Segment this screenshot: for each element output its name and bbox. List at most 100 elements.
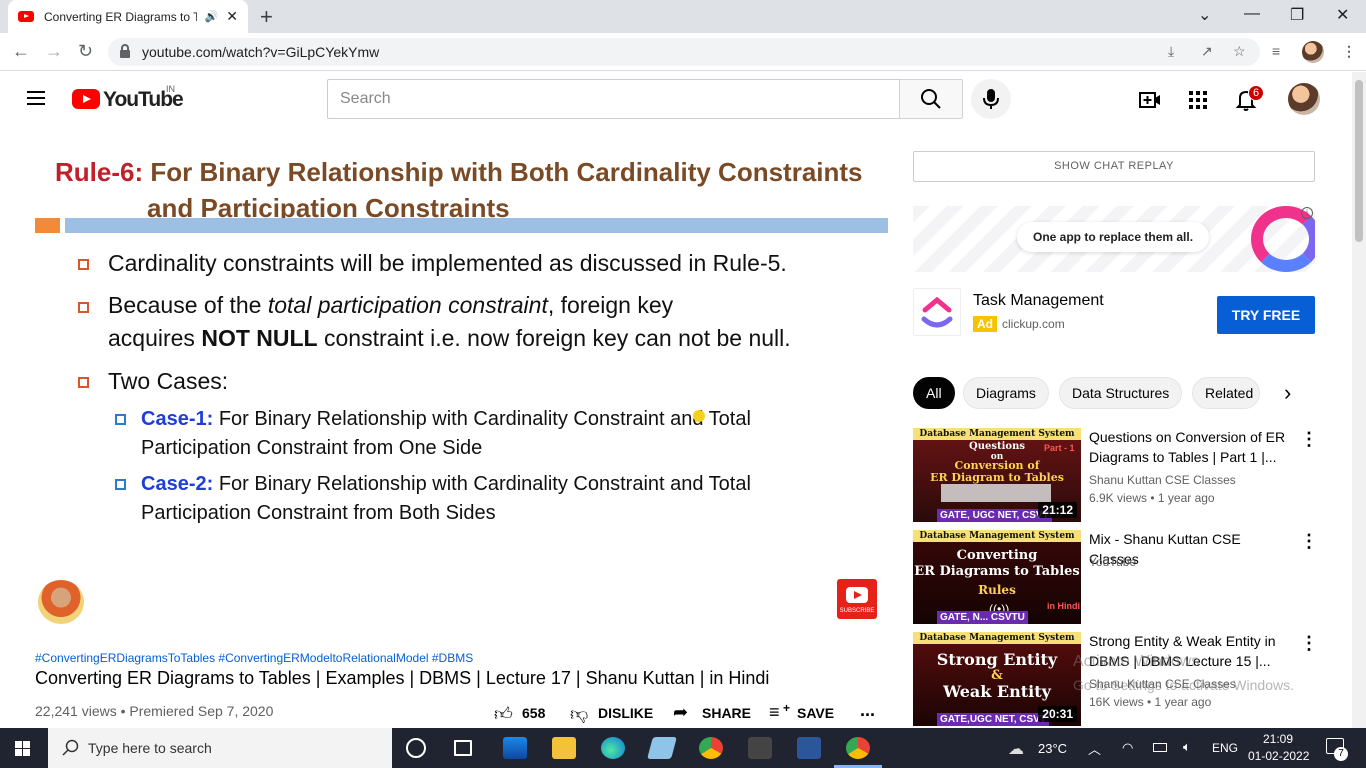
create-video-icon[interactable] bbox=[1138, 88, 1162, 112]
forward-arrow-icon[interactable]: → bbox=[45, 41, 63, 62]
try-free-button[interactable]: TRY FREE bbox=[1217, 296, 1315, 334]
bookmark-star-icon[interactable]: ☆ bbox=[1233, 43, 1246, 60]
thumb-text: ER Diagram to Tables bbox=[930, 471, 1064, 484]
browser-menu-icon[interactable]: ⋮ bbox=[1342, 43, 1356, 60]
related-more-icon[interactable]: ⋮ bbox=[1300, 429, 1318, 450]
chip-related[interactable]: Related bbox=[1192, 377, 1260, 409]
chrome-active-icon[interactable] bbox=[846, 737, 870, 759]
chip-data-structures[interactable]: Data Structures bbox=[1059, 377, 1183, 409]
apps-grid-icon[interactable] bbox=[1186, 88, 1210, 112]
scrollbar-thumb[interactable] bbox=[1355, 80, 1363, 242]
more-actions-button[interactable]: ... bbox=[860, 700, 875, 721]
back-arrow-icon[interactable]: ← bbox=[12, 41, 30, 62]
search-icon bbox=[921, 89, 941, 109]
thumb-header: Database Management System bbox=[913, 428, 1081, 440]
related-more-icon[interactable]: ⋮ bbox=[1300, 633, 1318, 654]
chips-next-icon[interactable]: › bbox=[1284, 380, 1291, 406]
search-input[interactable] bbox=[327, 79, 900, 119]
related-title-1[interactable]: Questions on Conversion of ER Diagrams t… bbox=[1089, 427, 1289, 467]
ad-banner-text: One app to replace them all. bbox=[1017, 222, 1210, 252]
bullet-square-icon bbox=[78, 302, 89, 313]
thumb-diagram bbox=[941, 484, 1051, 502]
menu-hamburger-icon[interactable] bbox=[27, 91, 45, 105]
thumb-footer: GATE, UGC NET, CSVT bbox=[937, 509, 1052, 522]
chrome-browser-icon[interactable] bbox=[699, 737, 723, 759]
show-chat-replay-button[interactable]: SHOW CHAT REPLAY bbox=[913, 151, 1315, 182]
save-button[interactable]: SAVE bbox=[797, 705, 834, 721]
browser-tab[interactable]: Converting ER Diagrams to T 🔊 ✕ bbox=[8, 0, 248, 33]
cortana-icon[interactable] bbox=[406, 738, 426, 758]
task-view-icon[interactable] bbox=[454, 740, 472, 756]
activate-windows-hint: Go to Settings to activate Windows. bbox=[1073, 677, 1294, 693]
weather-cloud-icon[interactable]: ☁ bbox=[1008, 739, 1024, 759]
window-close-button[interactable]: ✕ bbox=[1336, 5, 1349, 25]
lock-icon bbox=[120, 44, 130, 58]
taskbar-search-box[interactable]: Type here to search bbox=[48, 728, 392, 768]
weather-temp[interactable]: 23°C bbox=[1038, 741, 1067, 756]
save-playlist-icon[interactable]: ≡ bbox=[769, 702, 780, 723]
like-icon[interactable]: 👍︎ bbox=[494, 703, 513, 725]
photos-app-icon[interactable] bbox=[503, 737, 527, 759]
input-language[interactable]: ENG bbox=[1212, 741, 1238, 755]
reload-icon[interactable]: ↻ bbox=[78, 41, 93, 62]
word-app-icon[interactable] bbox=[797, 737, 821, 759]
like-count[interactable]: 658 bbox=[522, 705, 545, 721]
video-title: Converting ER Diagrams to Tables | Examp… bbox=[35, 668, 770, 688]
dislike-button[interactable]: DISLIKE bbox=[598, 705, 653, 721]
account-avatar[interactable] bbox=[1288, 83, 1320, 115]
volume-speaker-icon[interactable]: 🔈︎ bbox=[1183, 739, 1191, 755]
slide-case-2-cont: Participation Constraint from Both Sides bbox=[141, 502, 496, 524]
slide-accent-block bbox=[35, 218, 60, 233]
minimize-button[interactable]: — bbox=[1244, 5, 1260, 23]
new-tab-button[interactable]: + bbox=[260, 4, 273, 30]
related-more-icon[interactable]: ⋮ bbox=[1300, 531, 1318, 552]
thumb-hindi-label: in Hindi bbox=[1047, 601, 1080, 611]
bullet-square-icon bbox=[78, 259, 89, 270]
ad-title[interactable]: Task Management bbox=[973, 292, 1104, 310]
related-channel-1[interactable]: Shanu Kuttan CSE Classes bbox=[1089, 473, 1236, 487]
tab-close-icon[interactable]: ✕ bbox=[226, 8, 238, 25]
share-button[interactable]: SHARE bbox=[702, 705, 751, 721]
video-hashtags[interactable]: #ConvertingERDiagramsToTables #Convertin… bbox=[35, 651, 473, 665]
tray-chevron-up-icon[interactable]: ︿ bbox=[1088, 739, 1101, 758]
video-player[interactable]: Rule-6: For Binary Relationship with Bot… bbox=[35, 151, 888, 630]
related-channel-2[interactable]: YouTube bbox=[1089, 555, 1136, 569]
network-wifi-icon[interactable]: ◠ bbox=[1122, 740, 1133, 756]
reading-list-icon[interactable]: ≡ bbox=[1272, 43, 1280, 59]
tab-search-chevron-icon[interactable]: ⌄ bbox=[1198, 5, 1211, 25]
clock-date[interactable]: 01-02-2022 bbox=[1248, 749, 1309, 763]
chip-all[interactable]: All bbox=[913, 377, 955, 409]
notepad-icon[interactable] bbox=[647, 737, 677, 759]
search-button[interactable] bbox=[899, 79, 963, 119]
chip-diagrams[interactable]: Diagrams bbox=[963, 377, 1049, 409]
ad-banner[interactable]: One app to replace them all. bbox=[913, 206, 1315, 272]
battery-icon[interactable] bbox=[1153, 743, 1167, 752]
browser-profile-avatar[interactable] bbox=[1302, 41, 1324, 63]
taskbar-search-placeholder: Type here to search bbox=[88, 740, 212, 756]
related-thumbnail-1[interactable]: Database Management System Questions on … bbox=[913, 428, 1081, 522]
ad-app-icon[interactable] bbox=[913, 288, 961, 336]
address-bar[interactable]: youtube.com/watch?v=GiLpCYekYmw bbox=[108, 38, 1260, 66]
thumb-footer: GATE,UGC NET, CSVT bbox=[937, 713, 1049, 726]
ad-info-icon[interactable]: i bbox=[1301, 207, 1313, 219]
file-explorer-icon[interactable] bbox=[552, 737, 576, 759]
slide-bullet-2-cont: acquires NOT NULL constraint i.e. now fo… bbox=[108, 325, 791, 351]
dislike-icon[interactable]: 👎︎ bbox=[570, 703, 588, 725]
related-thumbnail-2[interactable]: Database Management System Converting ER… bbox=[913, 530, 1081, 624]
mysql-workbench-icon[interactable] bbox=[748, 737, 772, 759]
speaker-icon[interactable]: 🔊 bbox=[205, 10, 219, 23]
related-meta-1: 6.9K views • 1 year ago bbox=[1089, 491, 1215, 505]
clock-time[interactable]: 21:09 bbox=[1263, 732, 1293, 746]
install-app-icon[interactable]: ⤓ bbox=[1168, 43, 1174, 60]
restore-button[interactable]: ❐ bbox=[1290, 5, 1304, 25]
share-page-icon[interactable]: ↗ bbox=[1201, 43, 1213, 60]
edge-browser-icon[interactable] bbox=[601, 737, 625, 759]
related-thumbnail-3[interactable]: Database Management System Strong Entity… bbox=[913, 632, 1081, 726]
thumb-text: Weak Entity bbox=[943, 682, 1051, 701]
windows-start-icon[interactable] bbox=[15, 741, 31, 757]
youtube-header: YouTube IN 6 bbox=[0, 72, 1352, 128]
microphone-icon bbox=[983, 89, 999, 109]
voice-search-button[interactable] bbox=[971, 79, 1011, 119]
youtube-logo-icon[interactable] bbox=[72, 89, 100, 109]
share-icon[interactable]: ➦ bbox=[673, 702, 688, 723]
